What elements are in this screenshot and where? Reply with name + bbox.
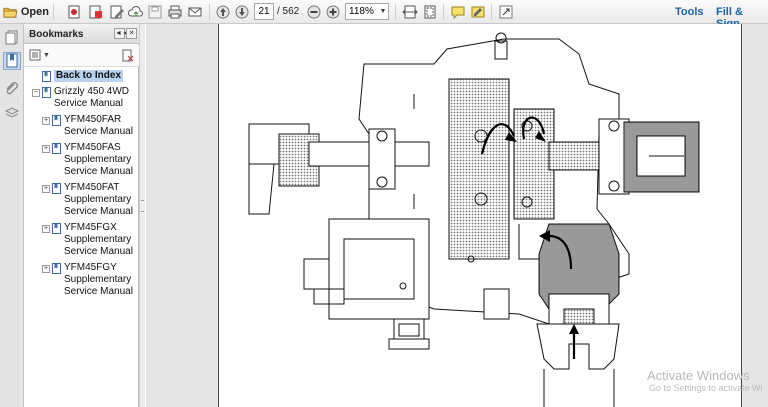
cloud-icon bbox=[128, 6, 143, 17]
edit-pdf-icon bbox=[110, 5, 124, 19]
bookmark-yfm450far[interactable]: + YFM450FAR Service Manual bbox=[42, 114, 133, 138]
highlighter-icon bbox=[471, 6, 485, 18]
bookmark-page-icon bbox=[52, 143, 61, 154]
layers-button[interactable] bbox=[3, 104, 21, 122]
comment-button[interactable] bbox=[449, 3, 467, 21]
close-panel-button[interactable]: ✕ bbox=[126, 28, 137, 39]
delete-bookmark-button[interactable] bbox=[122, 49, 134, 65]
bookmark-grizzly-service-manual[interactable]: − Grizzly 450 4WD Service Manual bbox=[32, 86, 129, 110]
collapse-panel-button[interactable]: ◄◄ bbox=[114, 28, 129, 39]
activate-windows-subtitle: Go to Settings to activate Wi bbox=[649, 383, 763, 393]
bookmark-yfm45fgy[interactable]: + YFM45FGY Supplementary Service Manual bbox=[42, 262, 133, 298]
collapse-toggle[interactable]: − bbox=[32, 89, 40, 97]
bookmark-yfm450fat[interactable]: + YFM450FAT Supplementary Service Manual bbox=[42, 182, 133, 218]
export-pdf-icon bbox=[89, 5, 102, 19]
previous-page-button[interactable] bbox=[214, 3, 232, 21]
bookmark-options-button[interactable]: ▼ bbox=[29, 49, 50, 61]
expand-button[interactable] bbox=[497, 3, 515, 21]
expand-toggle[interactable]: + bbox=[42, 225, 50, 233]
paperclip-icon bbox=[6, 82, 18, 95]
fit-page-button[interactable] bbox=[421, 3, 439, 21]
page-number-input[interactable]: 21 bbox=[254, 3, 274, 20]
chevron-down-icon: ▼ bbox=[43, 51, 50, 59]
bookmarks-title: Bookmarks bbox=[29, 29, 84, 40]
save-button[interactable] bbox=[146, 3, 164, 21]
envelope-icon bbox=[188, 7, 202, 17]
page-count: / 562 bbox=[277, 6, 300, 17]
panel-resize-bar[interactable] bbox=[139, 24, 145, 407]
create-pdf-button[interactable] bbox=[65, 3, 83, 21]
minus-icon bbox=[307, 5, 321, 19]
main-toolbar: Open 21 / 562 118% ▼ Tools Fill & bbox=[0, 0, 768, 30]
fit-width-icon bbox=[402, 5, 418, 19]
open-button[interactable]: Open bbox=[3, 3, 49, 21]
arrow-down-icon bbox=[235, 5, 249, 19]
bookmark-icon bbox=[6, 53, 18, 68]
create-pdf-icon bbox=[68, 5, 80, 19]
bookmark-label: Grizzly 450 4WD Service Manual bbox=[54, 86, 130, 109]
bookmark-label: YFM450FAT Supplementary Service Manual bbox=[64, 182, 133, 217]
bookmark-page-icon bbox=[42, 71, 51, 82]
bookmark-page-icon bbox=[42, 87, 51, 98]
expand-toggle[interactable]: + bbox=[42, 265, 50, 273]
zoom-in-button[interactable] bbox=[324, 3, 342, 21]
attachments-button[interactable] bbox=[3, 80, 21, 98]
bookmark-back-to-index[interactable]: Back to Index bbox=[42, 70, 124, 82]
export-pdf-button[interactable] bbox=[87, 3, 105, 21]
fit-width-button[interactable] bbox=[401, 3, 419, 21]
page-thumbnails-icon bbox=[5, 30, 18, 45]
toolbar-separator bbox=[443, 4, 444, 20]
bookmark-yfm450fas[interactable]: + YFM450FAS Supplementary Service Manual bbox=[42, 142, 133, 178]
fit-page-icon bbox=[424, 5, 436, 19]
bookmark-label: YFM45FGY Supplementary Service Manual bbox=[64, 262, 133, 297]
differential-cutaway-diagram bbox=[248, 32, 700, 407]
tools-link[interactable]: Tools bbox=[675, 6, 704, 18]
email-button[interactable] bbox=[186, 3, 204, 21]
resize-grip[interactable] bbox=[141, 200, 144, 212]
bookmark-page-icon bbox=[52, 263, 61, 274]
bookmarks-header: Bookmarks ◄◄ ✕ bbox=[24, 24, 139, 44]
bookmark-label: Back to Index bbox=[54, 70, 124, 82]
bookmarks-panel-button[interactable] bbox=[3, 52, 21, 70]
plus-icon bbox=[326, 5, 340, 19]
bookmark-page-icon bbox=[52, 223, 61, 234]
save-icon bbox=[148, 5, 162, 19]
bookmark-page-icon bbox=[52, 183, 61, 194]
zoom-out-button[interactable] bbox=[305, 3, 323, 21]
options-list-icon bbox=[29, 49, 41, 61]
cloud-upload-button[interactable] bbox=[127, 3, 145, 21]
bookmark-label: YFM450FAR Service Manual bbox=[64, 114, 133, 137]
printer-icon bbox=[168, 5, 182, 19]
speech-bubble-icon bbox=[451, 6, 465, 20]
print-button[interactable] bbox=[166, 3, 184, 21]
bookmark-label: YFM45FGX Supplementary Service Manual bbox=[64, 222, 133, 257]
bookmark-page-icon bbox=[52, 115, 61, 126]
page-thumbnails-button[interactable] bbox=[3, 28, 21, 46]
pdf-page bbox=[218, 24, 742, 407]
toolbar-separator bbox=[53, 4, 54, 20]
expand-icon bbox=[499, 5, 513, 19]
open-label: Open bbox=[20, 6, 49, 18]
edit-pdf-button[interactable] bbox=[108, 3, 126, 21]
layers-icon bbox=[4, 107, 20, 118]
expand-toggle[interactable]: + bbox=[42, 117, 50, 125]
bookmarks-panel: Bookmarks ◄◄ ✕ ▼ Back to Index − Grizzly… bbox=[24, 24, 139, 407]
toolbar-separator bbox=[209, 4, 210, 20]
expand-toggle[interactable]: + bbox=[42, 145, 50, 153]
zoom-dropdown-icon[interactable]: ▼ bbox=[378, 4, 388, 19]
bookmark-yfm45fgx[interactable]: + YFM45FGX Supplementary Service Manual bbox=[42, 222, 133, 258]
navigation-pane-strip bbox=[0, 24, 24, 407]
bookmarks-tools: ▼ bbox=[24, 45, 139, 67]
next-page-button[interactable] bbox=[233, 3, 251, 21]
arrow-up-icon bbox=[216, 5, 230, 19]
activate-windows-title: Activate Windows bbox=[647, 368, 750, 383]
bookmark-delete-icon bbox=[122, 49, 134, 62]
highlight-button[interactable] bbox=[469, 3, 487, 21]
toolbar-separator bbox=[395, 4, 396, 20]
expand-toggle[interactable]: + bbox=[42, 185, 50, 193]
document-viewport[interactable] bbox=[146, 24, 768, 407]
folder-icon bbox=[3, 7, 18, 18]
toolbar-separator bbox=[491, 4, 492, 20]
bookmark-label: YFM450FAS Supplementary Service Manual bbox=[64, 142, 133, 177]
